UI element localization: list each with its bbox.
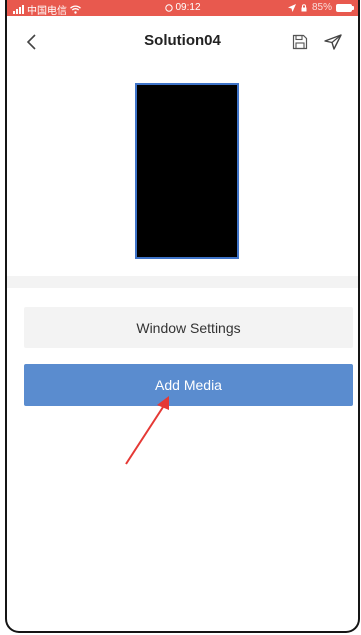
lock-rotation-icon [301, 3, 307, 11]
battery-percent: 85% [311, 2, 332, 13]
status-right: 85% [287, 2, 354, 13]
send-button[interactable] [324, 34, 342, 50]
carrier-label: 中国电信 [27, 6, 67, 17]
save-icon [292, 34, 308, 50]
preview-window[interactable] [135, 83, 239, 259]
status-left: 中国电信 [13, 2, 81, 17]
status-bar: 中国电信 09:12 85% [7, 0, 358, 17]
screen-preview-area [7, 64, 358, 274]
battery-icon [336, 3, 354, 12]
location-icon [287, 3, 296, 12]
add-media-button[interactable]: Add Media [24, 364, 353, 406]
section-divider [7, 276, 358, 288]
phone-frame: 中国电信 09:12 85% Solution04 Window Setting… [5, 0, 360, 633]
nav-bar: Solution04 [7, 16, 358, 64]
save-button[interactable] [292, 34, 308, 50]
annotation-arrow-icon [125, 396, 169, 465]
window-settings-button[interactable]: Window Settings [24, 307, 353, 348]
wifi-icon [70, 5, 81, 14]
alarm-icon [164, 3, 173, 12]
status-center: 09:12 [164, 2, 201, 13]
clock: 09:12 [175, 2, 201, 13]
signal-icon [13, 5, 24, 14]
send-icon [324, 34, 342, 50]
